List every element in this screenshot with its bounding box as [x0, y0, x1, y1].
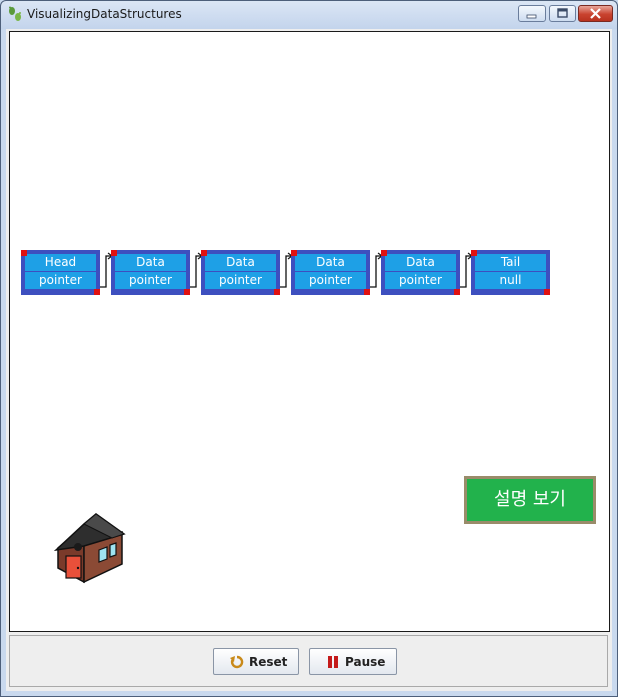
maximize-button[interactable]	[549, 5, 576, 22]
node-corner-marker	[274, 289, 280, 295]
node-pointer: pointer	[115, 272, 186, 289]
node-corner-marker	[471, 250, 477, 256]
window-title: VisualizingDataStructures	[27, 7, 182, 21]
node-corner-marker	[184, 289, 190, 295]
node-pointer: pointer	[295, 272, 366, 289]
maximize-icon	[557, 8, 568, 18]
minimize-icon	[526, 14, 537, 19]
node-corner-marker	[21, 250, 27, 256]
node-corner-marker	[544, 289, 550, 295]
node-pointer: pointer	[385, 272, 456, 289]
node-label: Data	[115, 254, 186, 271]
node-corner-marker	[454, 289, 460, 295]
list-node[interactable]: Data pointer	[111, 250, 190, 295]
node-pointer: null	[475, 272, 546, 289]
pause-button[interactable]: Pause	[309, 648, 397, 675]
reset-button[interactable]: Reset	[213, 648, 299, 675]
pause-icon	[328, 656, 338, 668]
node-corner-marker	[364, 289, 370, 295]
node-label: Head	[25, 254, 96, 271]
content-frame: Head pointer Data pointer Data pointer D…	[6, 29, 612, 691]
node-label: Data	[295, 254, 366, 271]
home-icon[interactable]	[54, 512, 126, 586]
list-node-tail[interactable]: Tail null	[471, 250, 550, 295]
minimize-button[interactable]	[518, 5, 546, 22]
reset-icon	[230, 655, 244, 669]
node-label: Data	[205, 254, 276, 271]
node-pointer: pointer	[25, 272, 96, 289]
list-node-head[interactable]: Head pointer	[21, 250, 100, 295]
node-pointer: pointer	[205, 272, 276, 289]
node-corner-marker	[291, 250, 297, 256]
reset-label: Reset	[249, 655, 288, 669]
close-button[interactable]	[578, 5, 613, 22]
node-corner-marker	[201, 250, 207, 256]
list-node[interactable]: Data pointer	[291, 250, 370, 295]
node-corner-marker	[111, 250, 117, 256]
list-node[interactable]: Data pointer	[201, 250, 280, 295]
control-panel: Reset Pause	[9, 635, 608, 687]
node-label: Data	[385, 254, 456, 271]
node-corner-marker	[94, 289, 100, 295]
pause-label: Pause	[345, 655, 386, 669]
title-bar[interactable]: VisualizingDataStructures	[1, 1, 617, 29]
show-explanation-button[interactable]: 설명 보기	[464, 476, 596, 524]
list-node[interactable]: Data pointer	[381, 250, 460, 295]
app-window: VisualizingDataStructures Head pointer D…	[0, 0, 618, 697]
close-icon	[590, 8, 601, 19]
node-label: Tail	[475, 254, 546, 271]
visualization-canvas[interactable]: Head pointer Data pointer Data pointer D…	[9, 31, 610, 632]
node-corner-marker	[381, 250, 387, 256]
footprints-icon	[9, 6, 21, 21]
